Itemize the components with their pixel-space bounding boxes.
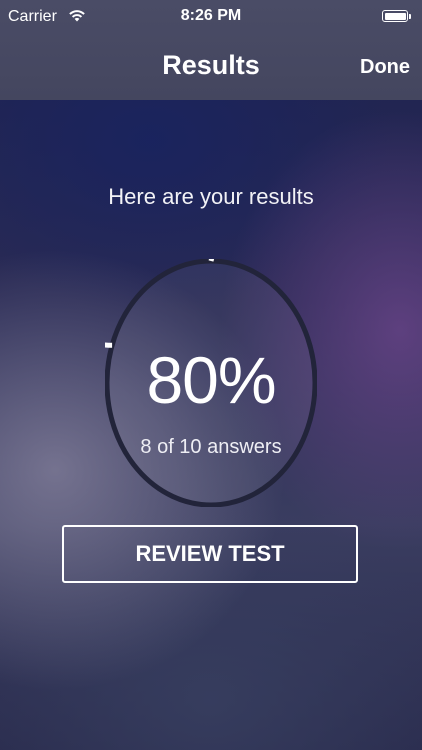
navigation-bar: Carrier 8:26 PM Results Done [0,0,422,100]
done-button[interactable]: Done [360,56,410,79]
status-time: 8:26 PM [180,7,242,24]
battery-icon [382,10,408,22]
score-percentage: 80% [146,343,276,417]
battery-tip [409,14,411,19]
review-test-button[interactable]: REVIEW TEST [62,525,358,583]
results-subtitle: Here are your results [108,184,314,209]
page-title: Results [162,50,260,80]
score-answers-count: 8 of 10 answers [140,436,282,458]
results-screen: Carrier 8:26 PM Results Done Here are yo… [0,0,422,750]
battery-level [384,12,406,20]
status-bar: Carrier 8:26 PM [0,0,422,34]
